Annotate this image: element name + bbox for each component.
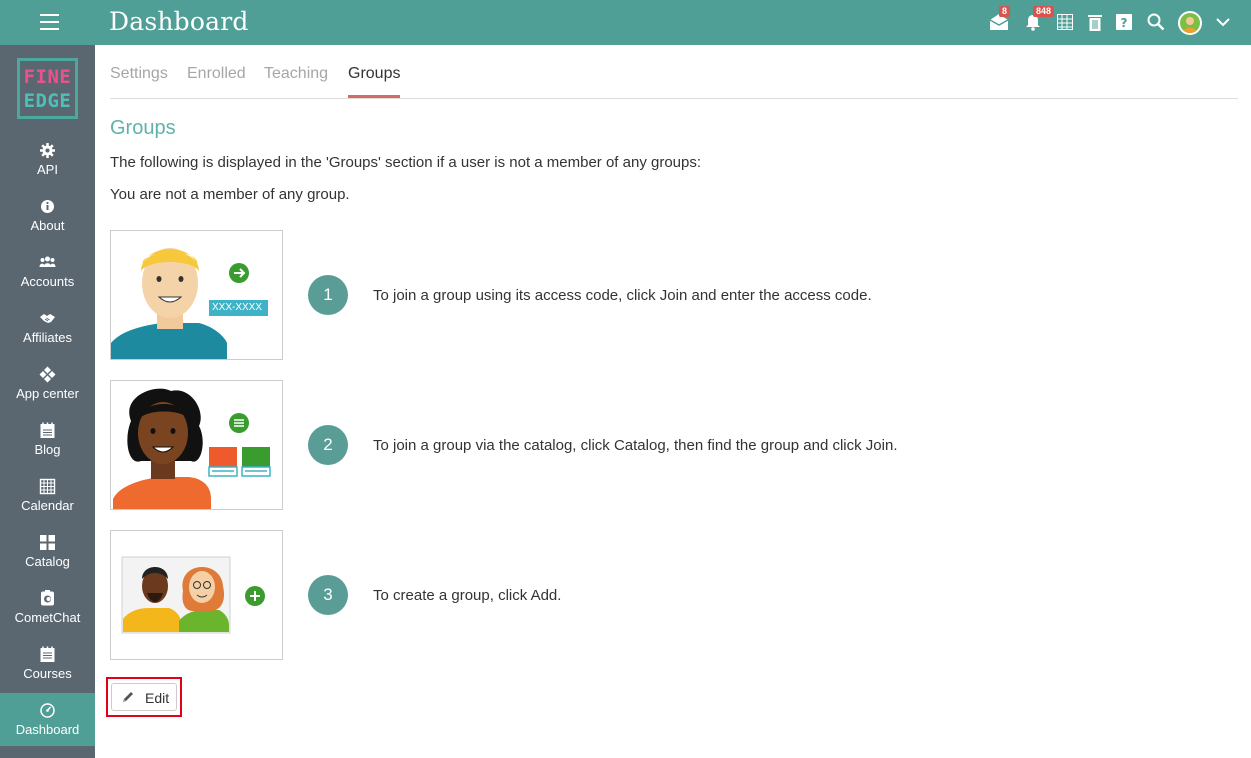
top-bar: Dashboard 8 848 ? (0, 0, 1251, 45)
sidebar-item-label: CometChat (14, 610, 81, 625)
users-icon (39, 254, 56, 271)
app-center-icon (39, 366, 56, 383)
svg-text:?: ? (1121, 16, 1128, 30)
logo[interactable]: FINE EDGE (17, 58, 78, 119)
sidebar-item-label: Catalog (25, 554, 70, 569)
gear-icon (39, 142, 56, 159)
sidebar-item-label: Accounts (20, 274, 75, 289)
sidebar: FINE EDGE API About Accounts Affiliates … (0, 45, 95, 758)
page-title: Dashboard (109, 7, 249, 36)
dashboard-icon (39, 702, 56, 719)
bell-icon[interactable]: 848 (1022, 6, 1055, 33)
mail-icon[interactable]: 8 (988, 6, 1011, 33)
handshake-icon (39, 310, 56, 327)
sidebar-item-catalog[interactable]: Catalog (0, 532, 95, 588)
step-number-3: 3 (308, 575, 348, 615)
blog-icon (39, 422, 56, 439)
sidebar-item-label: Courses (23, 666, 72, 681)
calendar-icon[interactable] (1054, 11, 1076, 33)
join-by-code-illustration: XXX-XXXX (110, 230, 283, 360)
calendar-icon (39, 478, 56, 495)
description-text: The following is displayed in the 'Group… (110, 154, 702, 171)
sidebar-item-calendar[interactable]: Calendar (0, 476, 95, 532)
access-code-placeholder: XXX-XXXX (212, 302, 263, 313)
step-text-1: To join a group using its access code, c… (373, 287, 872, 304)
trash-icon[interactable] (1084, 11, 1106, 33)
cometchat-icon (39, 590, 56, 607)
tab-groups[interactable]: Groups (348, 65, 401, 98)
tab-enrolled[interactable]: Enrolled (187, 65, 246, 98)
sidebar-item-label: Calendar (21, 498, 74, 513)
sidebar-item-cometchat[interactable]: CometChat (0, 588, 95, 644)
sidebar-item-affiliates[interactable]: Affiliates (0, 308, 95, 364)
section-title: Groups (110, 117, 176, 139)
create-group-illustration (110, 530, 283, 660)
sidebar-item-app-center[interactable]: App center (0, 364, 95, 420)
pencil-icon (121, 690, 135, 704)
info-icon (39, 198, 56, 215)
avatar[interactable] (1178, 11, 1202, 35)
tab-settings[interactable]: Settings (110, 65, 168, 98)
sidebar-item-blog[interactable]: Blog (0, 420, 95, 476)
join-by-catalog-illustration (110, 380, 283, 510)
not-member-text: You are not a member of any group. (110, 186, 350, 203)
mail-badge: 8 (999, 6, 1011, 17)
tab-bar: Settings Enrolled Teaching Groups (110, 55, 1238, 99)
search-icon[interactable] (1145, 11, 1167, 33)
step-text-3: To create a group, click Add. (373, 587, 562, 604)
tab-teaching[interactable]: Teaching (264, 65, 328, 98)
grid-icon (39, 534, 56, 551)
edit-button-label: Edit (145, 690, 170, 706)
sidebar-item-label: Affiliates (23, 330, 72, 345)
courses-icon (39, 646, 56, 663)
sidebar-item-label: App center (16, 386, 79, 401)
sidebar-item-label: API (37, 162, 58, 177)
sidebar-item-accounts[interactable]: Accounts (0, 252, 95, 308)
edit-button[interactable]: Edit (111, 683, 177, 711)
sidebar-item-about[interactable]: About (0, 196, 95, 252)
help-icon[interactable]: ? (1113, 11, 1135, 33)
sidebar-item-courses[interactable]: Courses (0, 644, 95, 700)
sidebar-item-dashboard[interactable]: Dashboard (0, 693, 95, 746)
sidebar-item-label: Blog (34, 442, 61, 457)
sidebar-item-api[interactable]: API (0, 140, 95, 196)
notifications-badge: 848 (1033, 6, 1055, 17)
menu-icon[interactable] (40, 14, 59, 30)
step-number-1: 1 (308, 275, 348, 315)
step-number-2: 2 (308, 425, 348, 465)
logo-line2: EDGE (23, 89, 72, 112)
chevron-down-icon[interactable] (1212, 11, 1234, 33)
sidebar-item-label: Dashboard (15, 722, 80, 737)
logo-line1: FINE (23, 65, 72, 88)
step-text-2: To join a group via the catalog, click C… (373, 437, 898, 454)
sidebar-item-label: About (30, 218, 65, 233)
